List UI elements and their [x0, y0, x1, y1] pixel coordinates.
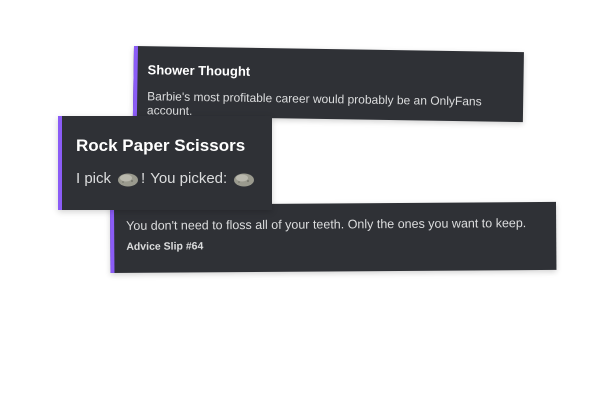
embed-accent-bar [58, 116, 62, 210]
embed-accent-bar [110, 204, 115, 273]
advice-slip-embed: You don't need to floss all of your teet… [110, 201, 557, 273]
embed-footer: Advice Slip #64 [126, 240, 204, 253]
rock-emoji-icon [234, 173, 255, 186]
shower-thought-embed: Shower Thought Barbie's most profitable … [132, 46, 524, 123]
embed-accent-bar [132, 46, 138, 117]
embed-title: Rock Paper Scissors [76, 136, 246, 155]
rock-emoji-icon [118, 173, 139, 186]
rock-paper-scissors-embed: Rock Paper Scissors I pick ! You picked: [58, 116, 272, 210]
embed-description: You don't need to floss all of your teet… [126, 216, 527, 233]
exclamation: ! [141, 170, 146, 187]
you-picked-label: You picked: [150, 170, 228, 187]
embed-title: Shower Thought [147, 62, 251, 79]
pick-prefix: I pick [76, 170, 112, 187]
rps-result-line: I pick ! You picked: [76, 170, 260, 187]
